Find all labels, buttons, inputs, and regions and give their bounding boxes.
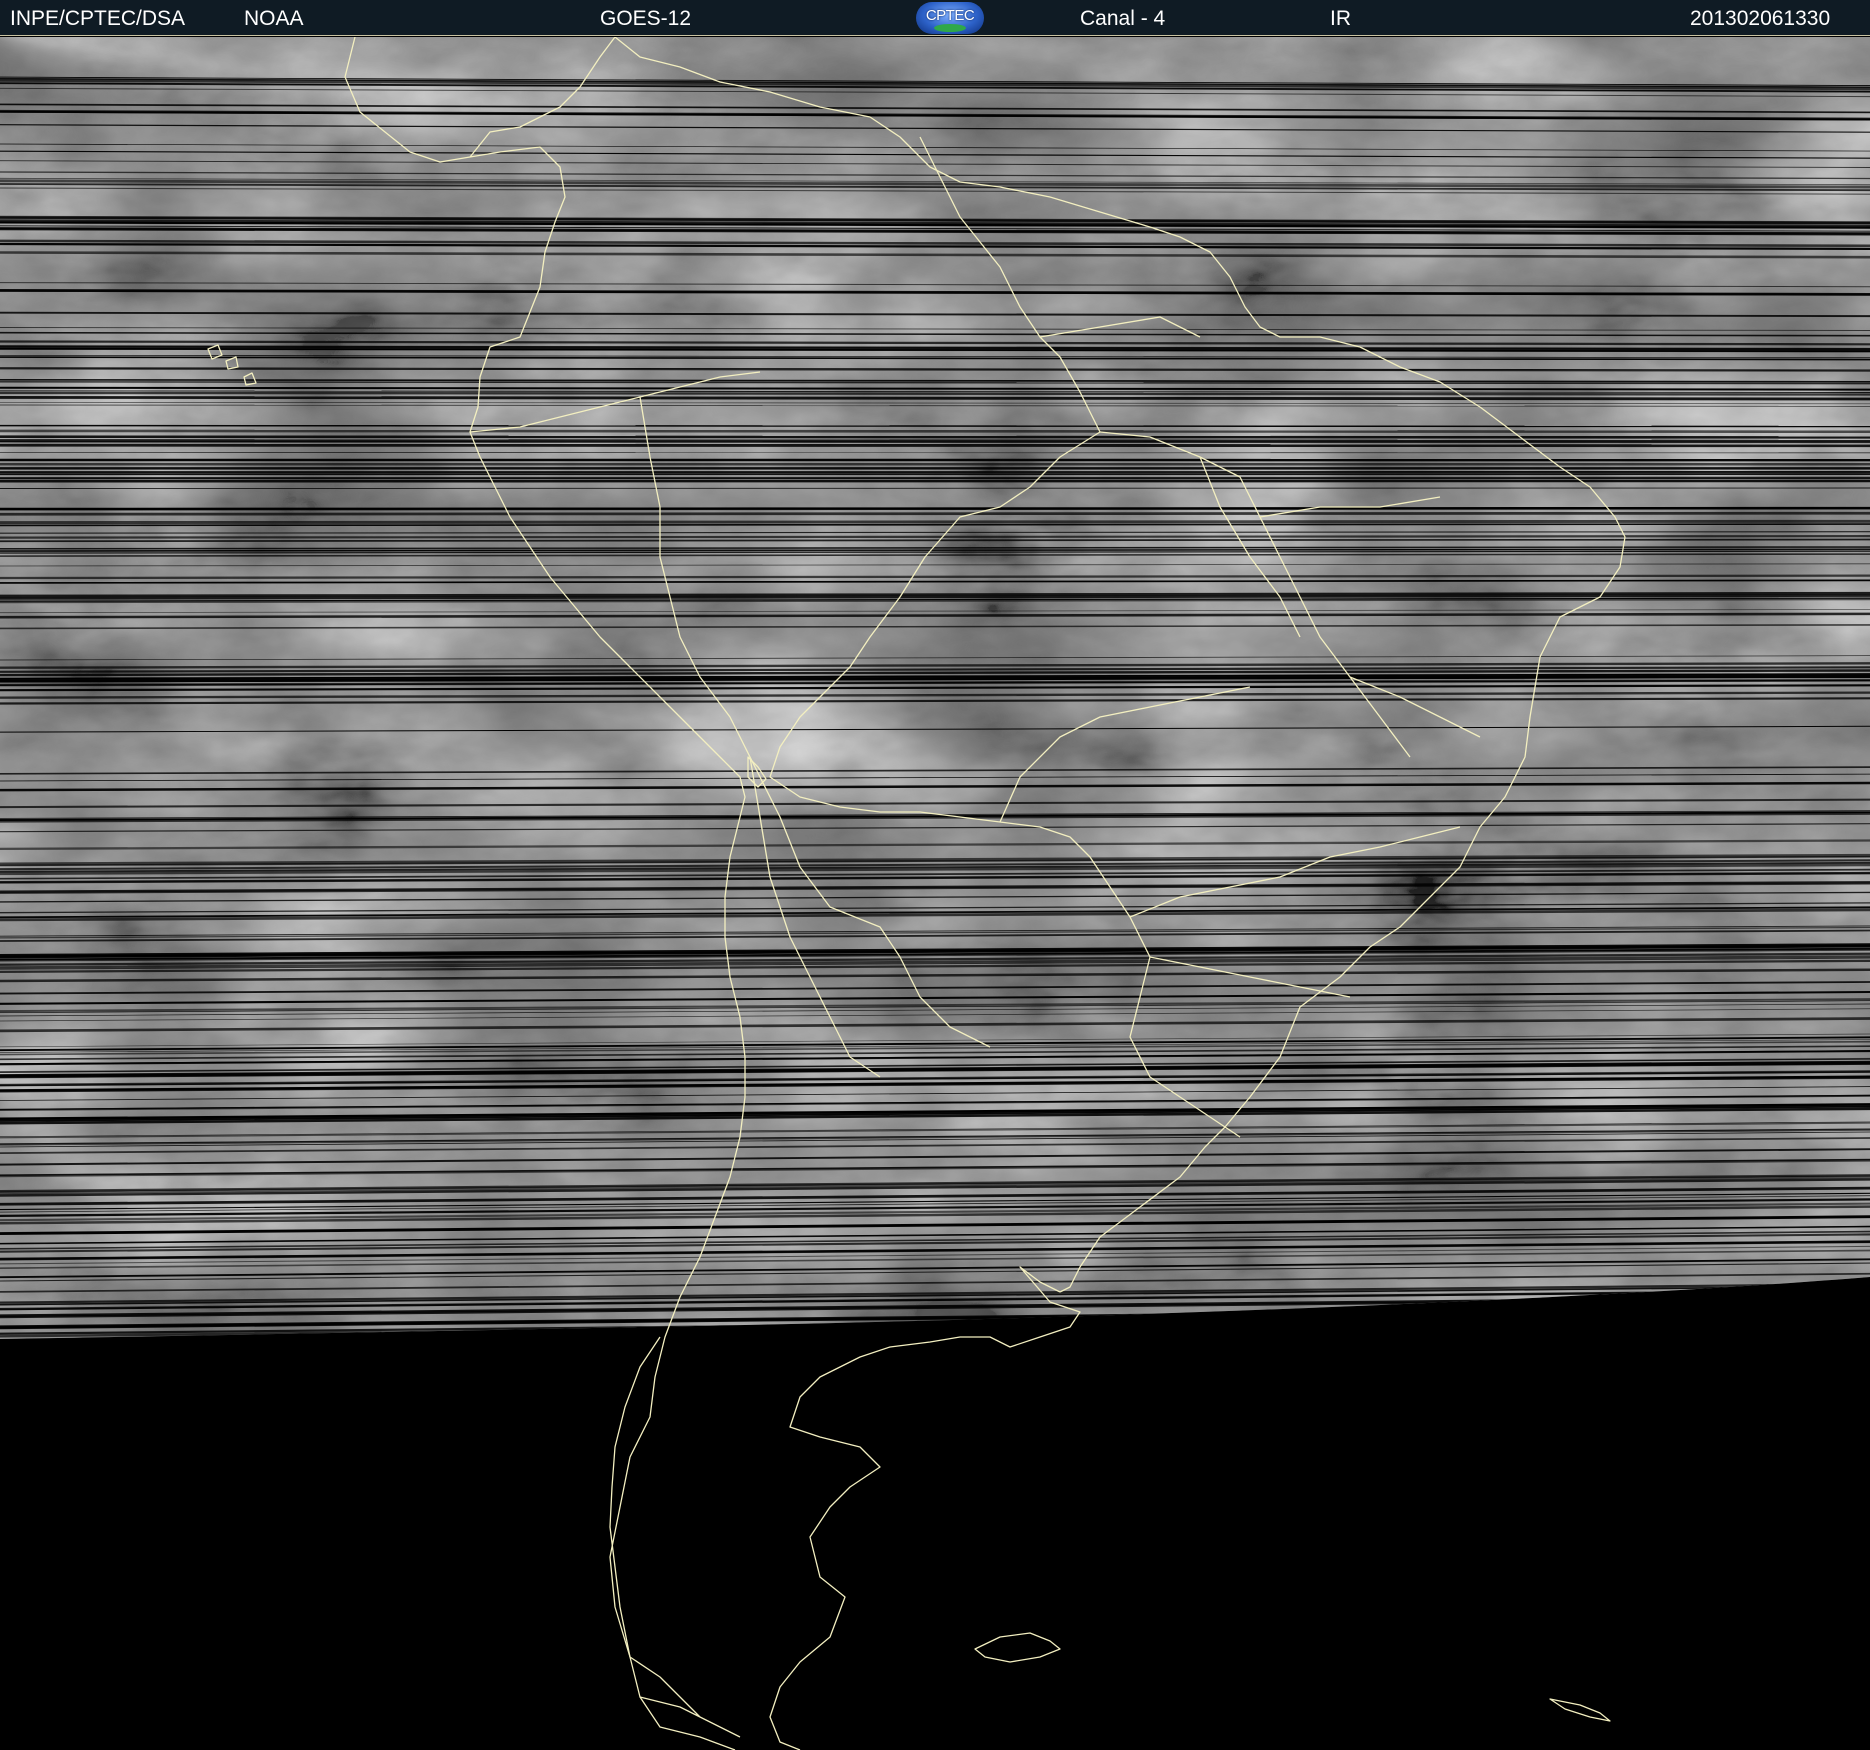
scan-line	[0, 487, 1870, 489]
scan-line	[0, 391, 1870, 396]
channel-label: Canal - 4	[1080, 7, 1166, 30]
satellite-image	[0, 37, 1870, 1750]
scan-line	[0, 439, 1870, 443]
scan-line	[0, 443, 1870, 448]
cptec-globe-logo-icon: CPTEC	[916, 2, 984, 34]
scan-line	[0, 506, 1870, 511]
scan-line	[0, 424, 1870, 428]
scan-line	[0, 395, 1870, 401]
satellite-map-canvas	[0, 37, 1870, 1750]
agency-label: NOAA	[244, 7, 304, 30]
logo-text: CPTEC	[925, 7, 975, 24]
logo-arc-shape	[934, 24, 966, 32]
scan-line	[0, 435, 1870, 439]
organization-label: INPE/CPTEC/DSA	[10, 7, 186, 30]
scan-line	[0, 535, 1870, 539]
image-header-bar: INPE/CPTEC/DSA NOAA GOES-12 CPTEC Canal …	[0, 0, 1870, 36]
satellite-footprint	[0, 37, 1870, 1339]
timestamp-label: 201302061330	[1690, 7, 1831, 30]
satellite-label: GOES-12	[600, 7, 692, 30]
band-label: IR	[1330, 7, 1351, 30]
scan-line	[0, 511, 1870, 516]
scan-line	[0, 519, 1870, 525]
scan-line	[0, 429, 1870, 434]
